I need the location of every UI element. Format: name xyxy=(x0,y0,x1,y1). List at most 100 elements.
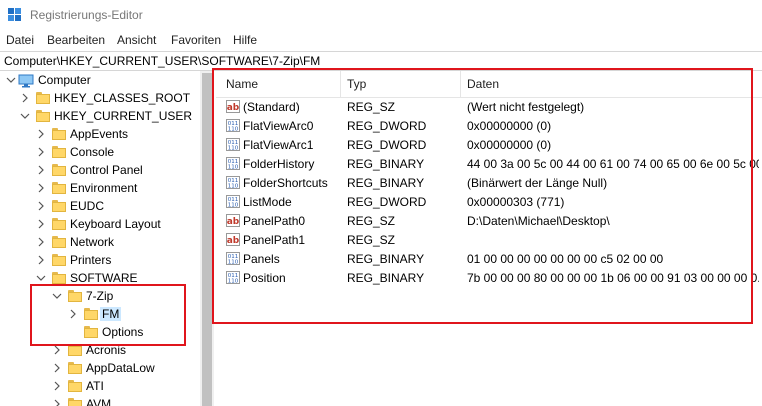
column-name[interactable]: Name xyxy=(226,77,258,91)
tree-node[interactable]: ATI xyxy=(0,378,200,396)
value-name: PanelPath1 xyxy=(243,233,306,247)
tree-node-label[interactable]: Network xyxy=(70,235,114,249)
value-name: ListMode xyxy=(243,195,292,209)
tree-node[interactable]: Acronis xyxy=(0,342,200,360)
tree-node-label[interactable]: Acronis xyxy=(86,343,126,357)
tree-node[interactable]: HKEY_CLASSES_ROOT xyxy=(0,90,200,108)
folder-icon xyxy=(52,128,66,140)
address-bar[interactable]: Computer\HKEY_CURRENT_USER\SOFTWARE\7-Zi… xyxy=(0,51,762,71)
tree-node-label[interactable]: 7-Zip xyxy=(86,289,113,303)
binary-value-icon: 011110 xyxy=(226,157,240,170)
tree-node[interactable]: 7-Zip xyxy=(0,288,200,306)
tree-node[interactable]: AppEvents xyxy=(0,126,200,144)
tree-node-label[interactable]: Computer xyxy=(38,73,91,87)
tree-node-label[interactable]: Console xyxy=(70,145,114,159)
column-divider[interactable] xyxy=(460,71,461,97)
tree-node-label[interactable]: ATI xyxy=(86,379,104,393)
tree-node-label[interactable]: EUDC xyxy=(70,199,104,213)
column-data[interactable]: Daten xyxy=(467,77,499,91)
menu-ansicht[interactable]: Ansicht xyxy=(117,33,156,47)
tree-node[interactable]: Keyboard Layout xyxy=(0,216,200,234)
tree-node-label[interactable]: SOFTWARE xyxy=(70,271,138,285)
chevron-right-icon[interactable] xyxy=(36,237,46,247)
value-row[interactable]: 011 110 FlatViewArc0 REG_DWORD 0x00000000 (0… xyxy=(216,116,762,135)
menu-hilfe[interactable]: Hilfe xyxy=(233,33,257,47)
chevron-right-icon[interactable] xyxy=(36,165,46,175)
value-row[interactable]: 011 110 FlatViewArc1 REG_DWORD 0x00000000 (0… xyxy=(216,135,762,154)
tree-node-label[interactable]: Keyboard Layout xyxy=(70,217,161,231)
tree-node-label[interactable]: AppDataLow xyxy=(86,361,155,375)
tree-node-label[interactable]: Printers xyxy=(70,253,111,267)
folder-icon xyxy=(52,200,66,212)
window-title: Registrierungs-Editor xyxy=(30,8,143,22)
chevron-right-icon[interactable] xyxy=(68,309,78,319)
tree-node[interactable]: AppDataLow xyxy=(0,360,200,378)
svg-text:110: 110 xyxy=(228,165,239,171)
tree-node[interactable]: Options xyxy=(0,324,200,342)
value-type: REG_BINARY xyxy=(347,271,425,285)
chevron-right-icon[interactable] xyxy=(36,129,46,139)
menu-favoriten[interactable]: Favoriten xyxy=(171,33,221,47)
chevron-right-icon[interactable] xyxy=(36,219,46,229)
tree-node-label[interactable]: HKEY_CURRENT_USER xyxy=(54,109,192,123)
chevron-right-icon[interactable] xyxy=(36,201,46,211)
value-name: Panels xyxy=(243,252,280,266)
value-name: FlatViewArc1 xyxy=(243,138,314,152)
tree-node[interactable]: Network xyxy=(0,234,200,252)
tree-node[interactable]: Console xyxy=(0,144,200,162)
value-row[interactable]: ab (Standard) REG_SZ (Wert nicht festgelegt… xyxy=(216,97,762,116)
tree-node-label[interactable]: Environment xyxy=(70,181,137,195)
chevron-right-icon[interactable] xyxy=(36,183,46,193)
value-data: 7b 00 00 00 80 00 00 00 1b 06 00 00 91 0… xyxy=(467,271,759,285)
tree-node-label[interactable]: AppEvents xyxy=(70,127,128,141)
tree-node[interactable]: FM xyxy=(0,306,200,324)
tree-node-label[interactable]: HKEY_CLASSES_ROOT xyxy=(54,91,190,105)
svg-text:110: 110 xyxy=(228,279,239,285)
chevron-down-icon[interactable] xyxy=(20,111,30,121)
value-row[interactable]: ab PanelPath0 REG_SZ D:\Daten\Michael\Deskt… xyxy=(216,211,762,230)
tree-node[interactable]: Printers xyxy=(0,252,200,270)
tree-node[interactable]: Environment xyxy=(0,180,200,198)
value-row[interactable]: ab PanelPath1 REG_SZ xyxy=(216,230,762,249)
value-row[interactable]: 011 110 FolderHistory REG_BINARY 44 00 3a 00… xyxy=(216,154,762,173)
tree-scrollbar-thumb[interactable] xyxy=(202,73,212,406)
tree-node[interactable]: Control Panel xyxy=(0,162,200,180)
tree-node-label[interactable]: FM xyxy=(100,307,122,321)
string-value-icon: ab xyxy=(226,214,240,227)
column-divider[interactable] xyxy=(340,71,341,97)
menu-bearbeiten[interactable]: Bearbeiten xyxy=(47,33,105,47)
chevron-down-icon[interactable] xyxy=(6,75,16,85)
tree-node[interactable]: Computer xyxy=(0,72,200,90)
value-row[interactable]: 011 110 ListMode REG_DWORD 0x00000303 (771) xyxy=(216,192,762,211)
tree-node[interactable]: SOFTWARE xyxy=(0,270,200,288)
value-data: 01 00 00 00 00 00 00 00 c5 02 00 00 xyxy=(467,252,664,266)
chevron-right-icon[interactable] xyxy=(52,345,62,355)
chevron-right-icon[interactable] xyxy=(52,363,62,373)
chevron-down-icon[interactable] xyxy=(36,273,46,283)
tree-node-label[interactable]: AVM xyxy=(86,397,111,406)
key-tree: Computer HKEY_CLASSES_ROOT HKEY_CURRENT_US… xyxy=(0,71,200,406)
chevron-right-icon[interactable] xyxy=(20,93,30,103)
chevron-down-icon[interactable] xyxy=(52,291,62,301)
folder-icon xyxy=(68,344,82,356)
tree-node-label[interactable]: Options xyxy=(102,325,143,339)
value-row[interactable]: 011 110 FolderShortcuts REG_BINARY (Binärwer… xyxy=(216,173,762,192)
chevron-right-icon[interactable] xyxy=(36,255,46,265)
menu-datei[interactable]: Datei xyxy=(6,33,34,47)
column-type[interactable]: Typ xyxy=(347,77,366,91)
value-row[interactable]: 011 110 Panels REG_BINARY 01 00 00 00 00 00 … xyxy=(216,249,762,268)
tree-node[interactable]: HKEY_CURRENT_USER xyxy=(0,108,200,126)
folder-icon xyxy=(52,272,66,284)
svg-text:110: 110 xyxy=(228,146,239,152)
value-row[interactable]: 011 110 Position REG_BINARY 7b 00 00 00 80 0… xyxy=(216,268,762,287)
registry-editor-icon xyxy=(8,8,21,21)
value-data: (Binärwert der Länge Null) xyxy=(467,176,608,190)
chevron-right-icon[interactable] xyxy=(52,381,62,391)
chevron-right-icon[interactable] xyxy=(36,147,46,157)
value-type: REG_BINARY xyxy=(347,176,425,190)
tree-node[interactable]: AVM xyxy=(0,396,200,406)
tree-node-label[interactable]: Control Panel xyxy=(70,163,143,177)
address-path[interactable]: Computer\HKEY_CURRENT_USER\SOFTWARE\7-Zi… xyxy=(4,54,320,68)
chevron-right-icon[interactable] xyxy=(52,399,62,406)
tree-node[interactable]: EUDC xyxy=(0,198,200,216)
